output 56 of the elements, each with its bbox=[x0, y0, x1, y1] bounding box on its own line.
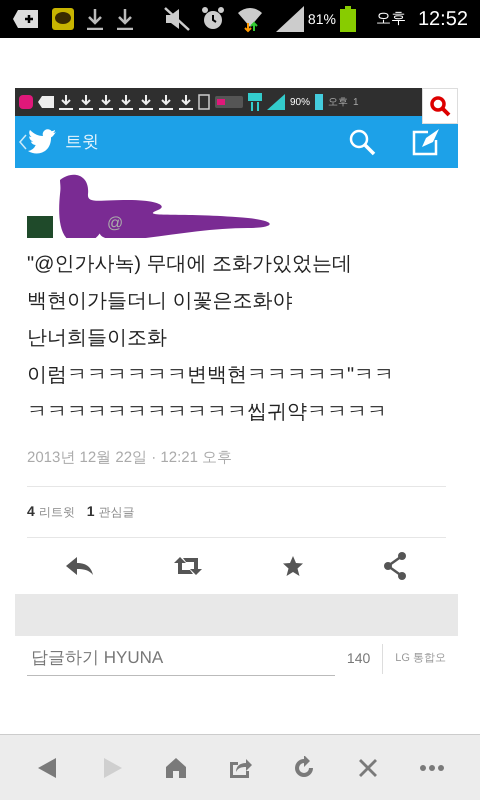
back-icon[interactable] bbox=[19, 134, 27, 150]
download-icon bbox=[159, 94, 173, 110]
phone-icon bbox=[198, 94, 210, 110]
retweet-icon[interactable] bbox=[173, 556, 204, 576]
download-icon bbox=[99, 94, 113, 110]
star-icon[interactable] bbox=[282, 554, 304, 576]
search-icon[interactable] bbox=[348, 128, 376, 156]
keyboard-label: LG 통합오 bbox=[395, 651, 446, 666]
add-notification-icon bbox=[12, 8, 40, 30]
clock: 1 bbox=[353, 96, 359, 110]
battery-percentage: 90% bbox=[290, 96, 310, 110]
download-icon bbox=[79, 94, 93, 110]
tweet-text-line: 이럼ㅋㅋㅋㅋㅋㅋ변백현ㅋㅋㅋㅋㅋ"ㅋㅋ bbox=[27, 363, 396, 388]
home-icon[interactable] bbox=[164, 756, 188, 780]
add-notification-icon bbox=[38, 95, 54, 109]
chat-app-icon bbox=[52, 8, 74, 30]
signal-icon bbox=[276, 6, 304, 32]
tweet-text-line: 백현이가들더니 이꽃은조화야 bbox=[27, 289, 294, 314]
battery-percentage: 81% bbox=[308, 10, 336, 28]
clock: 12:52 bbox=[418, 7, 468, 32]
stat-label[interactable]: 리트윗 bbox=[38, 503, 75, 521]
time-period: 오후 bbox=[328, 96, 348, 110]
avatar bbox=[27, 216, 53, 238]
screen-title: 트윗 bbox=[65, 131, 99, 154]
tweet-text-line: 난너희들이조화 bbox=[27, 326, 168, 351]
data-transfer-icon bbox=[248, 93, 262, 111]
download-icon bbox=[59, 94, 73, 110]
download-icon bbox=[116, 8, 134, 30]
alarm-icon bbox=[202, 7, 224, 31]
stat-count: 4 bbox=[27, 502, 35, 521]
reply-field[interactable]: 답글하기 HYUNA bbox=[27, 641, 335, 676]
tweet-text-line: "@인가사녹) 무대에 조화가있었는데 bbox=[27, 252, 354, 277]
reply-icon[interactable] bbox=[66, 556, 94, 576]
stat-count: 1 bbox=[86, 502, 95, 521]
stat-label[interactable]: 관심글 bbox=[98, 503, 135, 521]
download-icon bbox=[86, 8, 104, 30]
download-icon bbox=[179, 94, 193, 110]
wifi-icon bbox=[236, 5, 264, 33]
download-icon bbox=[139, 94, 153, 110]
compose-icon[interactable] bbox=[412, 128, 442, 156]
character-counter: 140 bbox=[346, 649, 370, 668]
timestamp: 2013년 12월 22일 · 12:21 오후 bbox=[27, 448, 234, 468]
user-handle: @ bbox=[107, 214, 124, 234]
reload-icon[interactable] bbox=[292, 756, 316, 780]
time-period: 오후 bbox=[376, 8, 406, 29]
battery-icon bbox=[340, 6, 356, 32]
tweet-text-line: ㅋㅋㅋㅋㅋㅋㅋㅋㅋㅋㅋ씹귀약ㅋㅋㅋㅋ bbox=[27, 400, 388, 425]
lte-icon bbox=[215, 96, 243, 108]
download-icon bbox=[119, 94, 133, 110]
app-icon bbox=[19, 95, 33, 109]
mute-icon bbox=[164, 7, 190, 31]
search-icon[interactable] bbox=[429, 95, 451, 117]
signal-icon bbox=[267, 94, 285, 110]
bird-icon bbox=[27, 129, 57, 155]
battery-icon bbox=[315, 94, 324, 110]
share-icon[interactable] bbox=[382, 552, 407, 580]
